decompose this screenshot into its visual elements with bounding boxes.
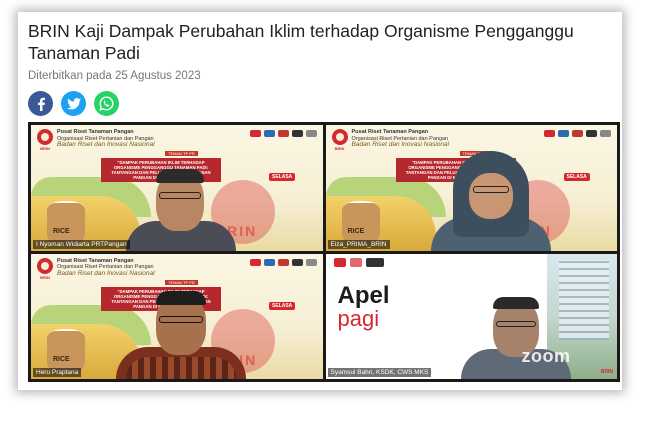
participant-name: Eiza_PRIMA_BRIN (327, 239, 390, 249)
participant-name: Syamsul Bahri, KSDK, CWS MKS (327, 368, 432, 377)
brin-logo-text: BRIN (40, 274, 50, 280)
rice-sack (47, 202, 85, 245)
sponsor-logo-icon (365, 257, 384, 267)
brin-logo-icon (331, 129, 348, 145)
participant-video (126, 156, 236, 251)
org-text: Pusat Riset Tanaman Pangan Organisasi Ri… (57, 258, 155, 278)
sponsor-logo-icon (349, 257, 362, 267)
participant-tile-active-speaker[interactable]: RICE BRIN Pusat Riset Tanaman Pangan Org… (31, 253, 323, 379)
participant-video (116, 279, 246, 379)
sponsor-logos (249, 130, 317, 137)
sponsor-logo-icon (586, 130, 597, 137)
rice-sack (47, 331, 85, 373)
participant-name: Heru Praptana (33, 368, 82, 377)
apel-title: Apel (337, 281, 390, 309)
org-text: Pusat Riset Tanaman Pangan Organisasi Ri… (352, 129, 450, 149)
participant-tile[interactable]: RICE BRIN Pusat Riset Tanaman Pangan Org… (325, 125, 617, 251)
org-header: BRIN Pusat Riset Tanaman Pangan Organisa… (331, 129, 450, 151)
twitter-icon (66, 97, 81, 109)
sponsor-logos (544, 130, 611, 137)
twitter-share-button[interactable] (61, 91, 86, 116)
apel-logos (333, 257, 384, 267)
sponsor-logos (249, 258, 317, 266)
sponsor-logo-icon (277, 258, 289, 266)
org-line-3: Badan Riset dan Inovasi Nasional (57, 141, 155, 148)
brin-logo-text: BRIN (334, 146, 345, 151)
rice-sack (341, 202, 380, 245)
date-badge: SELASA (269, 301, 296, 310)
org-text: Pusat Riset Tanaman Pangan Organisasi Ri… (57, 129, 155, 149)
sponsor-logo-icon (544, 130, 555, 137)
rice-label: RICE (53, 356, 70, 363)
participant-video (430, 150, 551, 251)
sponsor-logo-icon (249, 130, 261, 137)
sponsor-logo-icon (572, 130, 583, 137)
org-line-3: Badan Riset dan Inovasi Nasional (351, 141, 450, 148)
date-badge: SELASA (269, 173, 296, 181)
rice-label: RICE (347, 227, 365, 235)
facebook-share-button[interactable] (28, 91, 53, 116)
sponsor-logo-icon (305, 258, 317, 266)
sponsor-logo-icon (600, 130, 611, 137)
apel-subtitle: pagi (337, 305, 380, 331)
org-line-3: Badan Riset dan Inovasi Nasional (57, 269, 155, 277)
org-header: BRIN Pusat Riset Tanaman Pangan Organisa… (37, 129, 155, 151)
org-header: BRIN Pusat Riset Tanaman Pangan Organisa… (37, 257, 155, 280)
sponsor-logo-icon (277, 130, 289, 137)
zoom-watermark: zoom (521, 345, 571, 366)
brin-logo-icon (333, 257, 346, 267)
participant-tile[interactable]: RICE BRIN Pusat Riset Tanaman Pangan Org… (31, 125, 323, 251)
participant-name: I Nyoman Widiarta PRTPangan (33, 239, 130, 249)
whatsapp-share-button[interactable] (94, 91, 119, 116)
sponsor-logo-icon (305, 130, 317, 137)
brin-logo-text: BRIN (40, 146, 50, 151)
facebook-icon (37, 97, 45, 111)
sponsor-logo-icon (249, 258, 261, 266)
participant-tile[interactable]: Apel pagi zoom BRIN Syamsul Bahri, KSDK,… (325, 253, 617, 379)
sponsor-logo-icon (263, 258, 275, 266)
article-title: BRIN Kaji Dampak Perubahan Iklim terhada… (28, 21, 574, 63)
brin-logo-icon (37, 129, 53, 145)
sponsor-logo-icon (291, 258, 303, 266)
date-badge: SELASA (563, 173, 590, 181)
article-card: BRIN Kaji Dampak Perubahan Iklim terhada… (18, 12, 622, 390)
brin-corner-logo: BRIN (600, 369, 613, 375)
sponsor-logo-icon (291, 130, 303, 137)
share-buttons (28, 91, 119, 116)
video-gallery: RICE BRIN Pusat Riset Tanaman Pangan Org… (28, 122, 620, 382)
publish-date: Diterbitkan pada 25 Agustus 2023 (28, 70, 201, 82)
whatsapp-icon (99, 96, 114, 111)
sponsor-logo-icon (558, 130, 569, 137)
brin-logo-icon (37, 257, 53, 274)
rice-label: RICE (53, 227, 70, 235)
sponsor-logo-icon (263, 130, 275, 137)
